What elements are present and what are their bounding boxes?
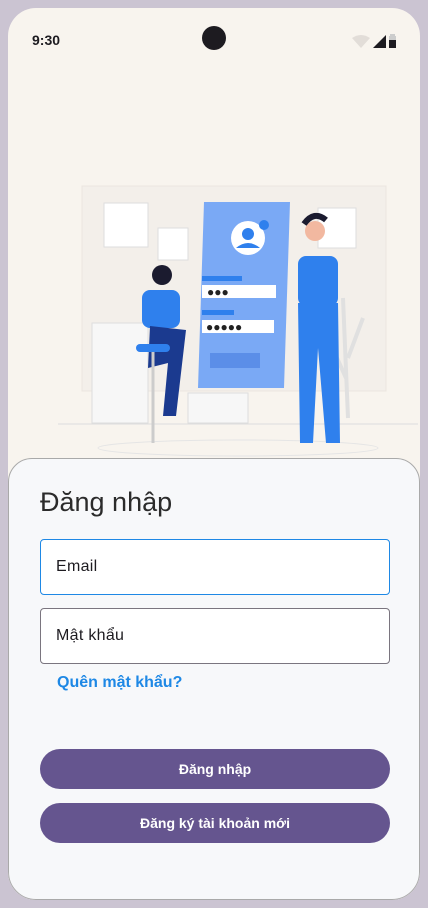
battery-icon bbox=[389, 34, 396, 48]
forgot-password-link[interactable]: Quên mật khẩu? bbox=[57, 674, 182, 692]
wifi-icon bbox=[352, 35, 370, 48]
camera-cutout bbox=[202, 26, 226, 50]
phone-screen: 9:30 ●●● ●●●●● Đăng nhập Email Mật khẩu … bbox=[8, 8, 420, 900]
login-button[interactable]: Đăng nhập bbox=[40, 749, 390, 789]
status-time: 9:30 bbox=[32, 32, 61, 48]
signal-icon bbox=[373, 35, 386, 48]
status-bar: 9:30 bbox=[8, 8, 420, 72]
password-input[interactable]: Mật khẩu bbox=[40, 608, 390, 664]
svg-text:●●●●●: ●●●●● bbox=[206, 320, 242, 334]
login-illustration: ●●● ●●●●● bbox=[58, 185, 418, 457]
email-input[interactable]: Email bbox=[40, 539, 390, 595]
register-button[interactable]: Đăng ký tài khoản mới bbox=[40, 803, 390, 843]
login-sheet: Đăng nhập Email Mật khẩu Quên mật khẩu? … bbox=[8, 458, 420, 900]
page-title: Đăng nhập bbox=[40, 487, 173, 517]
svg-text:●●●: ●●● bbox=[207, 285, 229, 299]
